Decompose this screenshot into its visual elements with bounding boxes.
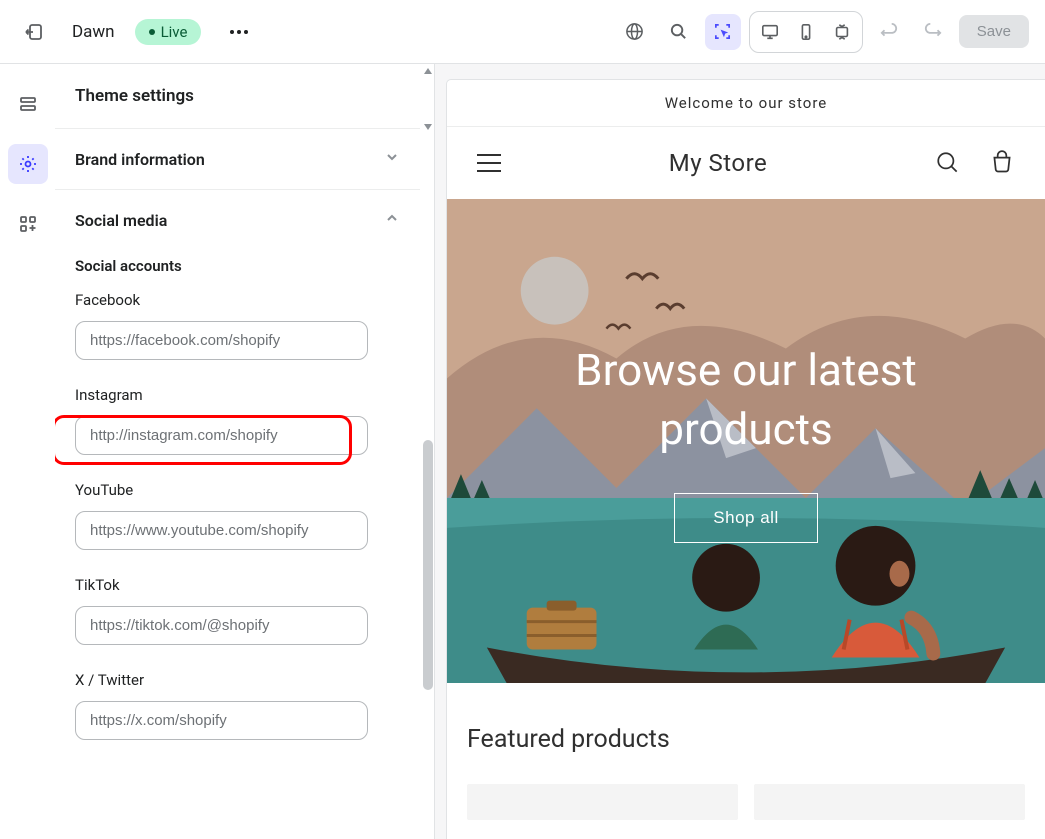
viewport-group xyxy=(749,11,863,53)
inspector-button[interactable] xyxy=(705,14,741,50)
fullscreen-icon xyxy=(833,23,851,41)
scroll-arrow-up-icon xyxy=(424,68,432,74)
store-name: My Store xyxy=(669,149,767,177)
preview-pane: Welcome to our store My Store xyxy=(435,64,1045,839)
fullscreen-view-button[interactable] xyxy=(826,16,858,48)
shop-all-button[interactable]: Shop all xyxy=(674,493,817,543)
chevron-down-icon xyxy=(384,149,400,169)
cart-icon[interactable] xyxy=(989,150,1015,176)
sections-icon xyxy=(18,94,38,114)
announcement-bar: Welcome to our store xyxy=(447,80,1045,127)
scroll-arrow-down-icon xyxy=(424,124,432,130)
search-button[interactable] xyxy=(661,14,697,50)
brand-label: Brand information xyxy=(75,150,205,169)
sections-rail-button[interactable] xyxy=(8,84,48,124)
inspector-icon xyxy=(713,22,732,41)
twitter-input[interactable] xyxy=(75,701,368,740)
search-icon xyxy=(669,22,688,41)
apps-icon xyxy=(18,214,38,234)
youtube-field: YouTube xyxy=(55,481,420,576)
tiktok-input[interactable] xyxy=(75,606,368,645)
mobile-view-button[interactable] xyxy=(790,16,822,48)
sidebar-scrollbar[interactable] xyxy=(422,64,434,839)
topbar: Dawn Live xyxy=(0,0,1045,64)
icon-rail xyxy=(0,64,55,839)
store-search-icon[interactable] xyxy=(935,150,961,176)
store-header: My Store xyxy=(447,127,1045,199)
twitter-label: X / Twitter xyxy=(75,671,400,689)
theme-name: Dawn xyxy=(72,22,115,42)
mobile-icon xyxy=(797,23,815,41)
exit-button[interactable] xyxy=(16,14,52,50)
settings-sidebar: Theme settings Brand information Social … xyxy=(55,64,435,839)
globe-button[interactable] xyxy=(617,14,653,50)
preview-frame: Welcome to our store My Store xyxy=(447,80,1045,839)
redo-icon xyxy=(924,23,942,41)
youtube-label: YouTube xyxy=(75,481,400,499)
facebook-label: Facebook xyxy=(75,291,400,309)
facebook-input[interactable] xyxy=(75,321,368,360)
gear-icon xyxy=(18,154,38,174)
sidebar-title: Theme settings xyxy=(55,64,420,129)
product-card[interactable] xyxy=(467,784,738,820)
scroll-thumb[interactable] xyxy=(423,440,433,690)
facebook-field: Facebook xyxy=(55,291,420,386)
more-button[interactable] xyxy=(221,14,257,50)
twitter-field: X / Twitter xyxy=(55,671,420,766)
tiktok-label: TikTok xyxy=(75,576,400,594)
instagram-input[interactable] xyxy=(75,416,368,455)
product-card[interactable] xyxy=(754,784,1025,820)
chevron-up-icon xyxy=(384,210,400,230)
redo-button[interactable] xyxy=(915,14,951,50)
globe-icon xyxy=(625,22,644,41)
brand-information-section[interactable]: Brand information xyxy=(55,129,420,190)
settings-rail-button[interactable] xyxy=(8,144,48,184)
desktop-icon xyxy=(761,23,779,41)
social-media-section[interactable]: Social media xyxy=(55,190,420,251)
hero-section: Browse our latest products Shop all xyxy=(447,199,1045,685)
menu-button[interactable] xyxy=(477,154,501,172)
dots-icon xyxy=(230,30,248,34)
featured-section: Featured products xyxy=(447,685,1045,830)
save-button[interactable]: Save xyxy=(959,15,1029,48)
youtube-input[interactable] xyxy=(75,511,368,550)
hero-title: Browse our latest products xyxy=(487,341,1005,460)
tiktok-field: TikTok xyxy=(55,576,420,671)
instagram-label: Instagram xyxy=(75,386,400,404)
desktop-view-button[interactable] xyxy=(754,16,786,48)
undo-icon xyxy=(880,23,898,41)
undo-button[interactable] xyxy=(871,14,907,50)
social-accounts-subtitle: Social accounts xyxy=(55,251,420,291)
instagram-field: Instagram xyxy=(55,386,420,481)
social-label: Social media xyxy=(75,211,167,230)
featured-title: Featured products xyxy=(467,725,1025,754)
live-badge: Live xyxy=(135,19,202,45)
exit-icon xyxy=(24,22,44,42)
apps-rail-button[interactable] xyxy=(8,204,48,244)
